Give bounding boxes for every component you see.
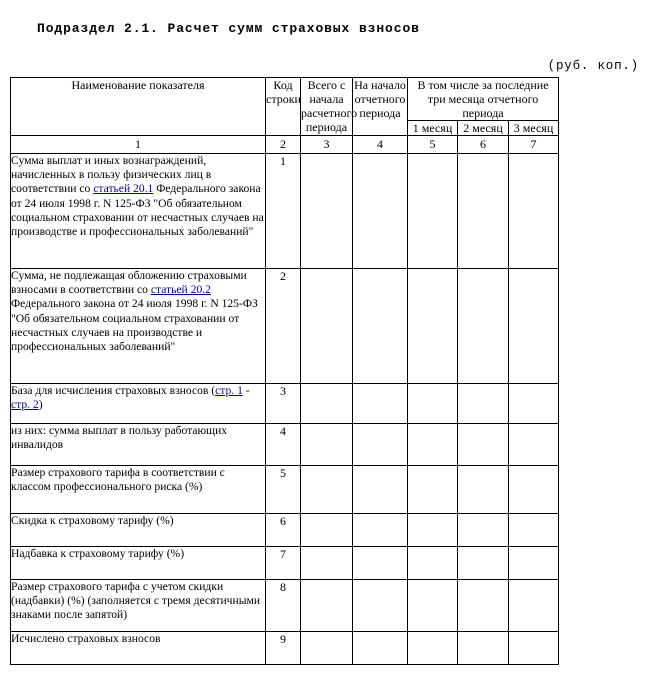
- table-row: Сумма выплат и иных вознаграждений, начи…: [10, 153, 560, 269]
- row-value-cell[interactable]: [407, 579, 458, 632]
- row-value-cell[interactable]: [300, 153, 353, 269]
- row-indicator-label: Сумма, не подлежащая обложению страховым…: [10, 268, 266, 384]
- reference-link[interactable]: статьей 20.1: [93, 182, 153, 195]
- row-code-cell: 2: [265, 268, 301, 384]
- table-row: Сумма, не подлежащая обложению страховым…: [10, 268, 560, 384]
- header-month-1: 1 месяц: [407, 120, 458, 136]
- header-row-code: Код строки: [265, 77, 301, 136]
- row-value-cell[interactable]: [507, 153, 560, 269]
- row-value-cell[interactable]: [300, 631, 353, 665]
- row-indicator-label: База для исчисления страховых взносов (с…: [10, 383, 266, 424]
- row-value-cell[interactable]: [507, 631, 560, 665]
- reference-link[interactable]: статьей 20.2: [151, 283, 211, 296]
- row-value-cell[interactable]: [300, 546, 353, 580]
- column-number-2: 2: [265, 135, 301, 154]
- row-value-cell[interactable]: [407, 546, 458, 580]
- table-header: Наименование показателя Код строки Всего…: [10, 77, 560, 154]
- row-value-cell[interactable]: [300, 383, 353, 424]
- row-value-cell[interactable]: [352, 631, 408, 665]
- row-value-cell[interactable]: [507, 383, 560, 424]
- row-value-cell[interactable]: [352, 465, 408, 514]
- row-value-cell[interactable]: [300, 268, 353, 384]
- row-indicator-label: Сумма выплат и иных вознаграждений, начи…: [10, 153, 266, 269]
- column-number-7: 7: [507, 135, 560, 154]
- column-number-5: 5: [407, 135, 458, 154]
- row-code-cell: 5: [265, 465, 301, 514]
- reference-link[interactable]: стр. 2: [11, 398, 39, 411]
- row-code-cell: 1: [265, 153, 301, 269]
- row-value-cell[interactable]: [507, 513, 560, 547]
- row-value-cell[interactable]: [457, 153, 509, 269]
- row-value-cell[interactable]: [407, 631, 458, 665]
- row-indicator-label: из них: сумма выплат в пользу работающих…: [10, 423, 266, 466]
- table-body: Сумма выплат и иных вознаграждений, начи…: [10, 153, 560, 665]
- header-total-from-start-of-calc-period: Всего с начала расчетного периода: [300, 77, 358, 136]
- row-value-cell[interactable]: [407, 268, 458, 384]
- row-value-cell[interactable]: [300, 465, 353, 514]
- row-code-cell: 6: [265, 513, 301, 547]
- row-indicator-label: Скидка к страховому тарифу (%): [10, 513, 266, 547]
- row-value-cell[interactable]: [407, 383, 458, 424]
- row-indicator-label: Надбавка к страховому тарифу (%): [10, 546, 266, 580]
- column-number-4: 4: [352, 135, 408, 154]
- table-row: Надбавка к страховому тарифу (%) 7: [10, 546, 560, 580]
- row-value-cell[interactable]: [352, 383, 408, 424]
- row-value-cell[interactable]: [300, 423, 353, 466]
- row-indicator-label: Размер страхового тарифа в соответствии …: [10, 465, 266, 514]
- table-row: Размер страхового тарифа в соответствии …: [10, 465, 560, 514]
- header-month-3: 3 месяц: [507, 120, 560, 136]
- row-value-cell[interactable]: [457, 423, 509, 466]
- row-value-cell[interactable]: [352, 268, 408, 384]
- row-value-cell[interactable]: [507, 268, 560, 384]
- header-month-2: 2 месяц: [457, 120, 509, 136]
- column-number-6: 6: [457, 135, 509, 154]
- row-value-cell[interactable]: [507, 546, 560, 580]
- table-row: База для исчисления страховых взносов (с…: [10, 383, 560, 424]
- column-number-3: 3: [300, 135, 353, 154]
- document-page: Подраздел 2.1. Расчет сумм страховых взн…: [0, 0, 647, 697]
- row-indicator-label: Исчислено страховых взносов: [10, 631, 266, 665]
- insurance-contributions-table: Наименование показателя Код строки Всего…: [10, 77, 560, 665]
- row-value-cell[interactable]: [300, 579, 353, 632]
- row-value-cell[interactable]: [352, 153, 408, 269]
- row-value-cell[interactable]: [507, 423, 560, 466]
- row-value-cell[interactable]: [457, 631, 509, 665]
- row-value-cell[interactable]: [507, 465, 560, 514]
- header-indicator-name: Наименование показателя: [10, 77, 266, 136]
- row-code-cell: 4: [265, 423, 301, 466]
- table-row: из них: сумма выплат в пользу работающих…: [10, 423, 560, 466]
- table-header-row-main: Наименование показателя Код строки Всего…: [10, 77, 560, 136]
- row-value-cell[interactable]: [457, 383, 509, 424]
- table-row: Исчислено страховых взносов 9: [10, 631, 560, 665]
- row-value-cell[interactable]: [407, 465, 458, 514]
- table-row: Размер страхового тарифа с учетом скидки…: [10, 579, 560, 632]
- row-value-cell[interactable]: [352, 579, 408, 632]
- page-title: Подраздел 2.1. Расчет сумм страховых взн…: [37, 21, 420, 36]
- header-last-three-months-group: В том числе за последние три месяца отче…: [406, 77, 560, 121]
- row-value-cell[interactable]: [352, 423, 408, 466]
- row-indicator-label: Размер страхового тарифа с учетом скидки…: [10, 579, 266, 632]
- row-value-cell[interactable]: [457, 513, 509, 547]
- row-value-cell[interactable]: [352, 546, 408, 580]
- row-value-cell[interactable]: [300, 513, 353, 547]
- row-value-cell[interactable]: [352, 513, 408, 547]
- row-value-cell[interactable]: [407, 423, 458, 466]
- row-value-cell[interactable]: [457, 579, 509, 632]
- header-at-start-of-reporting-period: На начало отчетного периода: [352, 77, 408, 136]
- row-code-cell: 7: [265, 546, 301, 580]
- column-number-1: 1: [10, 135, 266, 154]
- row-value-cell[interactable]: [457, 546, 509, 580]
- row-value-cell[interactable]: [457, 268, 509, 384]
- row-value-cell[interactable]: [407, 513, 458, 547]
- row-value-cell[interactable]: [407, 153, 458, 269]
- table-row: Скидка к страховому тарифу (%) 6: [10, 513, 560, 547]
- row-code-cell: 8: [265, 579, 301, 632]
- row-code-cell: 3: [265, 383, 301, 424]
- row-code-cell: 9: [265, 631, 301, 665]
- table-column-number-row: 1 2 3 4 5 6 7: [10, 135, 560, 154]
- reference-link[interactable]: стр. 1: [215, 384, 243, 397]
- units-note: (руб. коп.): [547, 59, 639, 73]
- row-value-cell[interactable]: [507, 579, 560, 632]
- row-value-cell[interactable]: [457, 465, 509, 514]
